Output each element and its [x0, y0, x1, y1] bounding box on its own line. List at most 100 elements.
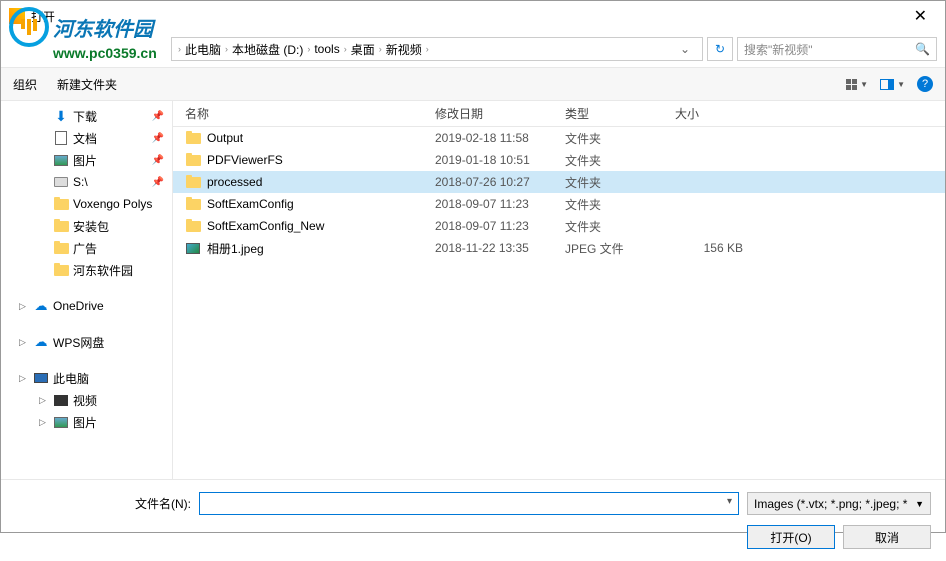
- tree-label: 安装包: [73, 218, 109, 235]
- file-list: 名称 修改日期 类型 大小 Output2019-02-18 11:58文件夹P…: [173, 101, 945, 479]
- expand-caret-icon[interactable]: ▷: [19, 373, 29, 384]
- tree-label: WPS网盘: [53, 334, 104, 351]
- file-row[interactable]: SoftExamConfig2018-09-07 11:23文件夹: [173, 193, 945, 215]
- file-date: 2019-02-18 11:58: [435, 131, 565, 145]
- file-date: 2018-11-22 13:35: [435, 241, 565, 255]
- tree-label: 文档: [73, 130, 97, 147]
- file-type: JPEG 文件: [565, 240, 675, 257]
- tree-item[interactable]: ▷ 图片: [1, 411, 172, 433]
- file-name: PDFViewerFS: [207, 153, 283, 167]
- nav-bar: ←→ › 此电脑› 本地磁盘 (D:)› tools› 桌面› 新视频› ⌄ ↻…: [1, 31, 945, 67]
- app-icon: [9, 8, 25, 24]
- tree-label: 视频: [73, 392, 97, 409]
- dialog-footer: 文件名(N): Images (*.vtx; *.png; *.jpeg; *▼…: [1, 479, 945, 561]
- pin-icon: 📌: [152, 111, 164, 122]
- file-date: 2018-09-07 11:23: [435, 219, 565, 233]
- filename-input[interactable]: [199, 492, 739, 515]
- file-date: 2019-01-18 10:51: [435, 153, 565, 167]
- organize-button[interactable]: 组织: [13, 76, 37, 93]
- view-options-button[interactable]: ▼: [846, 79, 868, 90]
- sidebar-tree[interactable]: ⬇下载📌文档📌图片📌S:\📌Voxengo Polys安装包广告河东软件园▷☁O…: [1, 101, 173, 479]
- file-name: 相册1.jpeg: [207, 240, 264, 257]
- tree-item[interactable]: ▷ 视频: [1, 389, 172, 411]
- picture-icon: [53, 153, 69, 167]
- file-row[interactable]: 相册1.jpeg 2018-11-22 13:35JPEG 文件156 KB: [173, 237, 945, 259]
- tree-item[interactable]: S:\ 📌: [1, 171, 172, 193]
- expand-caret-icon[interactable]: ▷: [39, 395, 49, 406]
- file-type: 文件夹: [565, 130, 675, 147]
- breadcrumb[interactable]: › 此电脑› 本地磁盘 (D:)› tools› 桌面› 新视频› ⌄: [171, 37, 703, 61]
- tree-item[interactable]: ▷ 此电脑: [1, 367, 172, 389]
- help-button[interactable]: ?: [917, 76, 933, 92]
- file-size: 156 KB: [675, 241, 755, 255]
- pin-icon: 📌: [152, 155, 164, 166]
- video-icon: [53, 393, 69, 407]
- cancel-button[interactable]: 取消: [843, 525, 931, 549]
- file-name: Output: [207, 131, 243, 145]
- drive-icon: [53, 175, 69, 189]
- open-button[interactable]: 打开(O): [747, 525, 835, 549]
- file-type-filter[interactable]: Images (*.vtx; *.png; *.jpeg; *▼: [747, 492, 931, 515]
- folder-icon: [185, 197, 201, 211]
- tree-label: 图片: [73, 152, 97, 169]
- folder-icon: [53, 263, 69, 277]
- image-icon: [185, 241, 201, 255]
- tree-item[interactable]: ▷☁OneDrive: [1, 295, 172, 317]
- file-row[interactable]: PDFViewerFS 2019-01-18 10:51文件夹: [173, 149, 945, 171]
- folder-icon: [53, 241, 69, 255]
- search-input[interactable]: 搜索"新视频" 🔍: [737, 37, 937, 61]
- folder-icon: [185, 175, 201, 189]
- tree-item[interactable]: 文档 📌: [1, 127, 172, 149]
- file-date: 2018-07-26 10:27: [435, 175, 565, 189]
- tree-label: Voxengo Polys: [73, 197, 152, 211]
- file-type: 文件夹: [565, 196, 675, 213]
- tree-label: S:\: [73, 175, 88, 189]
- preview-pane-button[interactable]: ▼: [880, 79, 905, 90]
- folder-icon: [185, 219, 201, 233]
- tree-item[interactable]: 图片 📌: [1, 149, 172, 171]
- tree-item[interactable]: Voxengo Polys: [1, 193, 172, 215]
- tree-item[interactable]: 广告: [1, 237, 172, 259]
- file-name: processed: [207, 175, 262, 189]
- pin-icon: 📌: [152, 177, 164, 188]
- file-row[interactable]: Output 2019-02-18 11:58文件夹: [173, 127, 945, 149]
- toolbar: 组织 新建文件夹 ▼ ▼ ?: [1, 67, 945, 101]
- expand-caret-icon[interactable]: ▷: [19, 337, 29, 348]
- picture-icon: [53, 415, 69, 429]
- expand-caret-icon[interactable]: ▷: [39, 417, 49, 428]
- download-icon: ⬇: [53, 109, 69, 123]
- file-type: 文件夹: [565, 152, 675, 169]
- file-type: 文件夹: [565, 218, 675, 235]
- pin-icon: 📌: [152, 133, 164, 144]
- folder-icon: [185, 153, 201, 167]
- folder-icon: [53, 197, 69, 211]
- tree-item[interactable]: ▷ ☁ WPS网盘: [1, 331, 172, 353]
- document-icon: [53, 131, 69, 145]
- close-button[interactable]: ✕: [904, 6, 937, 26]
- tree-item[interactable]: 河东软件园: [1, 259, 172, 281]
- file-name: SoftExamConfig_New: [207, 219, 324, 233]
- filename-label: 文件名(N):: [15, 495, 191, 512]
- file-name: SoftExamConfig: [207, 197, 294, 211]
- search-icon: 🔍: [915, 42, 930, 56]
- cloud-icon: ☁: [33, 299, 49, 313]
- window-title: 打开: [31, 8, 904, 25]
- pc-icon: [33, 371, 49, 385]
- tree-item[interactable]: 安装包: [1, 215, 172, 237]
- expand-caret-icon[interactable]: ▷: [19, 301, 29, 312]
- new-folder-button[interactable]: 新建文件夹: [57, 76, 117, 93]
- tree-label: 此电脑: [53, 370, 89, 387]
- file-row[interactable]: processed 2018-07-26 10:27文件夹: [173, 171, 945, 193]
- tree-label: 河东软件园: [73, 262, 133, 279]
- file-row[interactable]: SoftExamConfig_New 2018-09-07 11:23文件夹: [173, 215, 945, 237]
- refresh-button[interactable]: ↻: [707, 37, 733, 61]
- column-headers[interactable]: 名称 修改日期 类型 大小: [173, 101, 945, 127]
- wps-icon: ☁: [33, 335, 49, 349]
- folder-icon: [53, 219, 69, 233]
- tree-label: 下载: [73, 108, 97, 125]
- file-type: 文件夹: [565, 174, 675, 191]
- tree-item[interactable]: ⬇ 下载 📌: [1, 105, 172, 127]
- tree-label: 图片: [73, 414, 97, 431]
- folder-icon: [185, 131, 201, 145]
- path-dropdown-icon[interactable]: ⌄: [674, 42, 696, 56]
